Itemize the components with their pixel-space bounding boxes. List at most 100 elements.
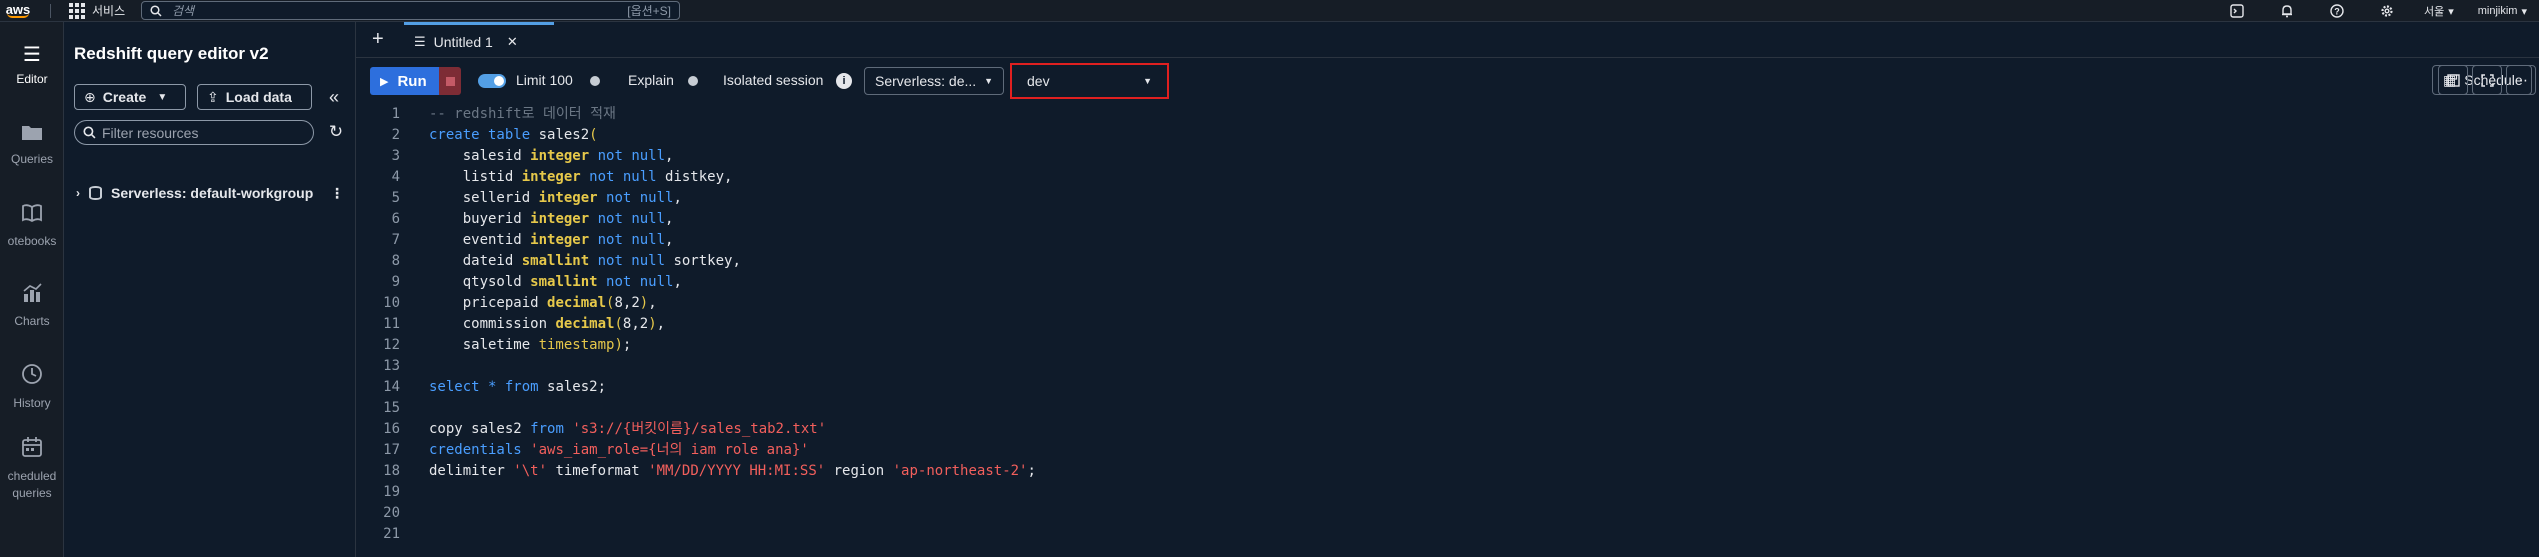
line-number: 5	[391, 190, 400, 206]
workgroup-select[interactable]: Serverless: de... ▼	[864, 67, 1004, 95]
code-line[interactable]: 18 delimiter '\t' timeformat 'MM/DD/YYYY …	[356, 461, 2539, 482]
sql-code-editor[interactable]: 1 -- redshift로 데이터 적재 2 create table sales2…	[356, 104, 2539, 557]
code-token: commission	[429, 316, 556, 332]
refresh-icon[interactable]: ↻	[324, 120, 348, 144]
close-icon[interactable]: ✕	[507, 34, 518, 50]
code-text: saletime timestamp);	[429, 335, 632, 356]
rail-item-scheduled-queries[interactable]: cheduled queries	[0, 436, 64, 500]
line-number: 21	[383, 526, 400, 542]
code-line[interactable]: 9 qtysold smallint not null,	[356, 272, 2539, 293]
code-token: copy sales2	[429, 421, 531, 437]
code-token: *	[479, 379, 497, 395]
code-line[interactable]: 6 buyerid integer not null,	[356, 209, 2539, 230]
rail-item-label: Editor	[16, 72, 48, 86]
code-line[interactable]: 5 sellerid integer not null,	[356, 188, 2539, 209]
line-number: 11	[383, 316, 400, 332]
editor-file-icon: ☰	[414, 33, 426, 49]
code-line[interactable]: 1 -- redshift로 데이터 적재	[356, 104, 2539, 125]
load-data-button[interactable]: ⇪ Load data	[197, 84, 312, 110]
create-label: Create	[102, 89, 147, 105]
code-token: pricepaid	[429, 295, 548, 311]
folder-icon	[0, 123, 64, 146]
toggle-knob	[494, 76, 504, 86]
code-line[interactable]: 8 dateid smallint not null sortkey,	[356, 251, 2539, 272]
more-options-icon[interactable]: ⋯	[2506, 65, 2536, 95]
global-search-input[interactable]: 검색 [옵션+S]	[141, 1, 680, 20]
info-icon[interactable]: i	[836, 73, 852, 89]
code-token: not null	[597, 190, 674, 206]
caret-right-icon[interactable]: ›	[76, 186, 80, 200]
code-line[interactable]: 15	[356, 398, 2539, 419]
code-token: ,	[665, 232, 674, 248]
code-line[interactable]: 2 create table sales2(	[356, 125, 2539, 146]
code-line[interactable]: 13	[356, 356, 2539, 377]
rail-item-label-second-line: queries	[12, 486, 52, 500]
isolated-session-toggle[interactable]	[686, 74, 714, 88]
gear-icon[interactable]	[2362, 0, 2412, 22]
code-token: dateid	[429, 253, 522, 269]
code-text: delimiter '\t' timeformat 'MM/DD/YYYY HH…	[429, 461, 1036, 482]
rail-item-charts[interactable]: Charts	[0, 283, 64, 328]
rail-item-notebooks[interactable]: otebooks	[0, 203, 64, 248]
cloudshell-icon[interactable]	[2212, 0, 2262, 22]
limit-toggle[interactable]	[478, 74, 506, 88]
code-line[interactable]: 19	[356, 482, 2539, 503]
rail-item-history[interactable]: History	[0, 363, 64, 410]
line-number: 4	[391, 169, 400, 185]
code-token: integer	[530, 148, 590, 164]
code-token: (	[589, 127, 598, 143]
tree-item-serverless-workgroup[interactable]: › Serverless: default-workgroup ⋮	[74, 182, 354, 204]
code-line[interactable]: 10 pricepaid decimal(8,2),	[356, 293, 2539, 314]
code-text: create table sales2(	[429, 125, 598, 146]
calendar-icon	[0, 436, 64, 463]
region-selector[interactable]: 서울 ▾	[2412, 3, 2466, 19]
panel-title: Redshift query editor v2	[74, 44, 269, 63]
line-number: 9	[391, 274, 400, 290]
chevron-down-icon: ▾	[2521, 5, 2527, 18]
database-select[interactable]: dev ▼	[1016, 69, 1163, 93]
fullscreen-icon[interactable]	[2472, 65, 2502, 95]
run-button[interactable]: ▶ Run	[370, 67, 439, 95]
database-icon	[89, 186, 102, 200]
code-token: integer	[530, 232, 590, 248]
services-menu-button[interactable]: 서비스	[69, 2, 125, 19]
line-number: 14	[383, 379, 400, 395]
code-token: credentials	[429, 442, 522, 458]
code-token: (	[614, 316, 623, 332]
toggle-knob	[590, 76, 600, 86]
code-token: decimal	[555, 316, 615, 332]
explain-toggle[interactable]	[588, 74, 616, 88]
tab-untitled-1[interactable]: ☰ Untitled 1 ✕	[404, 22, 554, 58]
create-button[interactable]: ⊕ Create ▼	[74, 84, 186, 110]
bell-icon[interactable]	[2262, 0, 2312, 22]
aws-logo[interactable]: aws	[0, 0, 36, 22]
filter-resources-input[interactable]: Filter resources	[74, 120, 314, 145]
more-options-icon[interactable]: ⋮	[330, 185, 344, 202]
code-line[interactable]: 17 credentials 'aws_iam_role={너의 iam role…	[356, 440, 2539, 461]
line-number: 15	[383, 400, 400, 416]
code-line[interactable]: 3 salesid integer not null,	[356, 146, 2539, 167]
code-line[interactable]: 14 select * from sales2;	[356, 377, 2539, 398]
rail-item-queries[interactable]: Queries	[0, 123, 64, 166]
rail-item-editor[interactable]: ☰ Editor	[0, 44, 64, 86]
line-number: 17	[383, 442, 400, 458]
add-tab-icon[interactable]: +	[372, 29, 384, 49]
code-line[interactable]: 20	[356, 503, 2539, 524]
collapse-panel-icon[interactable]: «	[322, 85, 346, 109]
stop-button[interactable]	[439, 67, 461, 95]
code-line[interactable]: 4 listid integer not null distkey,	[356, 167, 2539, 188]
code-line[interactable]: 7 eventid integer not null,	[356, 230, 2539, 251]
clock-icon	[0, 363, 64, 390]
code-line[interactable]: 11 commission decimal(8,2),	[356, 314, 2539, 335]
tree-item-label: Serverless: default-workgroup	[111, 185, 314, 201]
code-line[interactable]: 21	[356, 524, 2539, 545]
code-line[interactable]: 12 saletime timestamp);	[356, 335, 2539, 356]
code-text: copy sales2 from 's3://{버킷이름}/sales_tab2…	[429, 419, 826, 440]
account-menu[interactable]: minjikim ▾	[2466, 5, 2539, 18]
aws-smile-icon	[7, 13, 29, 18]
save-icon[interactable]	[2438, 65, 2468, 95]
code-token: sales2;	[538, 379, 607, 395]
code-line[interactable]: 16 copy sales2 from 's3://{버킷이름}/sales_ta…	[356, 419, 2539, 440]
line-number: 16	[383, 421, 400, 437]
help-icon[interactable]: ?	[2312, 0, 2362, 22]
